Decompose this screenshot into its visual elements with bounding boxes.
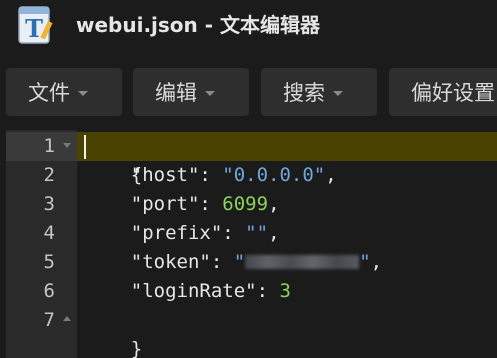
text-editor-icon: T <box>18 6 53 44</box>
menu-search-button[interactable]: 搜索 <box>261 68 377 116</box>
json-separator: : <box>199 193 223 215</box>
line-number: 1 <box>43 135 55 157</box>
json-comma: , <box>268 193 280 215</box>
gutter-line: 3 <box>6 190 77 219</box>
window-title: webui.json - 文本编辑器 <box>76 13 321 37</box>
json-key: "port" <box>130 193 200 215</box>
menu-edit-button[interactable]: 编辑 <box>133 68 249 116</box>
code-line[interactable]: { <box>85 132 142 186</box>
title-bar: T webui.json - 文本编辑器 <box>0 0 497 52</box>
json-comma: , <box>325 164 337 186</box>
redacted-token-value <box>245 255 360 269</box>
menu-file-label: 文件 <box>28 81 70 105</box>
line-number: 2 <box>43 164 55 186</box>
menu-edit-label: 编辑 <box>155 81 197 105</box>
json-separator: : <box>222 222 246 244</box>
chevron-down-icon <box>333 90 343 96</box>
gutter-line: 7 <box>6 306 77 335</box>
code-line[interactable]: "loginRate": 3 <box>85 277 291 306</box>
chevron-down-icon <box>78 90 88 96</box>
json-string-value: "" <box>245 222 269 244</box>
code-line[interactable]: "port": 6099, <box>85 190 280 219</box>
json-key: "prefix" <box>130 222 223 244</box>
json-comma: , <box>370 251 383 273</box>
json-key: "host" <box>130 164 200 186</box>
close-brace: } <box>130 338 143 358</box>
json-number-value: 6099 <box>222 193 269 215</box>
gutter-line: 6 <box>6 277 77 306</box>
json-comma: , <box>268 222 280 244</box>
line-number: 6 <box>43 280 55 302</box>
gutter-line: 1 <box>6 132 77 161</box>
code-line[interactable]: "token": " ", <box>85 248 382 277</box>
code-line[interactable]: "prefix": "", <box>85 219 280 248</box>
gutter-line: 4 <box>6 219 77 248</box>
menu-bar: 文件 编辑 搜索 偏好设置 <box>0 52 497 130</box>
gutter-line: 5 <box>6 248 77 277</box>
code-editor[interactable]: 1 2 3 4 5 6 7 { "host": "0.0.0.0", "port… <box>0 130 497 358</box>
gutter-line: 2 <box>6 161 77 190</box>
menu-file-button[interactable]: 文件 <box>6 68 122 116</box>
json-key: "token" <box>130 251 211 273</box>
menu-preferences-label: 偏好设置 <box>411 81 495 105</box>
fold-collapse-icon[interactable] <box>63 143 71 148</box>
json-string-quote-open: " <box>233 251 246 273</box>
line-number: 4 <box>43 222 55 244</box>
json-separator: : <box>256 280 280 302</box>
json-separator: : <box>199 164 223 186</box>
line-number: 7 <box>43 309 55 331</box>
line-number: 5 <box>43 251 55 273</box>
svg-text:T: T <box>25 14 43 43</box>
fold-end-icon[interactable] <box>63 316 71 321</box>
json-string-value: "0.0.0.0" <box>222 164 326 186</box>
json-separator: : <box>210 251 234 273</box>
line-number-gutter: 1 2 3 4 5 6 7 <box>6 130 77 358</box>
json-key: "loginRate" <box>130 280 257 302</box>
line-number: 3 <box>43 193 55 215</box>
menu-preferences-button[interactable]: 偏好设置 <box>389 68 497 116</box>
code-line[interactable]: } <box>85 306 142 358</box>
text-cursor <box>84 135 86 159</box>
json-string-quote-close: " <box>359 251 371 273</box>
chevron-down-icon <box>205 90 215 96</box>
menu-search-label: 搜索 <box>283 81 325 105</box>
json-number-value: 3 <box>279 280 291 302</box>
code-line[interactable]: "host": "0.0.0.0", <box>85 161 337 190</box>
